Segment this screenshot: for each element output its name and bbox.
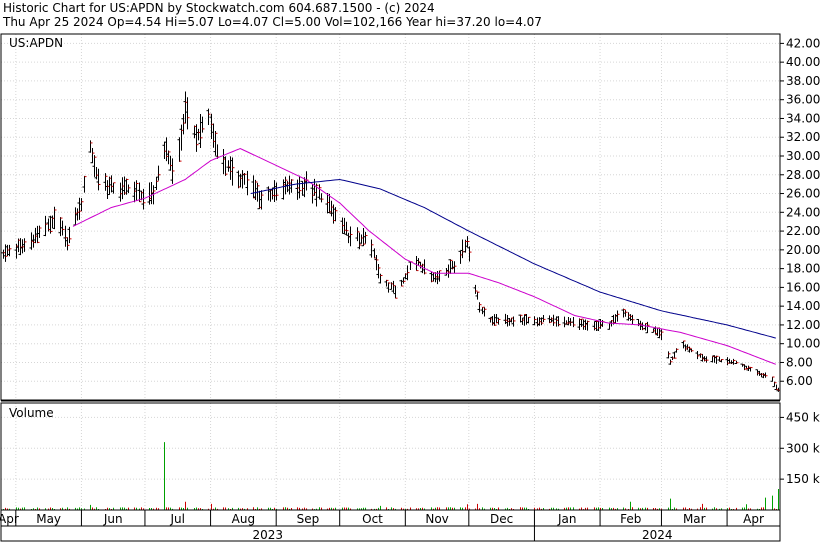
price-tick-label: 30.00: [786, 149, 820, 163]
price-tick-label: 32.00: [786, 130, 820, 144]
volume-tick-label: 300 k: [786, 441, 820, 455]
price-tick-label: 12.00: [786, 318, 820, 332]
price-tick-label: 42.00: [786, 36, 820, 50]
volume-tick-label: 450 k: [786, 410, 820, 424]
month-label: Nov: [425, 512, 448, 526]
price-tick-label: 8.00: [786, 355, 813, 369]
price-tick-label: 36.00: [786, 93, 820, 107]
year-label: 2023: [252, 528, 283, 542]
price-panel-label: US:APDN: [9, 36, 63, 50]
month-label: Dec: [490, 512, 513, 526]
price-tick-label: 10.00: [786, 337, 820, 351]
stock-chart: 6.00 8.00 10.00 12.00 14.00 16.00 18.00 20.00 22…: [0, 33, 820, 542]
volume-panel-frame: [0, 402, 781, 511]
price-panel-frame: [0, 33, 781, 401]
price-tick-label: 24.00: [786, 205, 820, 219]
volume-bars: [3, 442, 779, 510]
price-tick-label: 40.00: [786, 55, 820, 69]
volume-panel-label: Volume: [9, 406, 54, 420]
month-label: Mar: [683, 512, 706, 526]
year-label: 2024: [642, 528, 673, 542]
month-label: Jun: [103, 512, 123, 526]
price-tick-label: 20.00: [786, 243, 820, 257]
price-tick-label: 22.00: [786, 224, 820, 238]
month-label: Oct: [362, 512, 383, 526]
price-tick-label: 14.00: [786, 299, 820, 313]
month-label: Jan: [557, 512, 577, 526]
month-label: May: [36, 512, 61, 526]
volume-grid: [1, 403, 780, 510]
month-label: Aug: [232, 512, 255, 526]
price-tick-label: 16.00: [786, 280, 820, 294]
month-label: Apr: [743, 512, 764, 526]
month-label: Feb: [620, 512, 641, 526]
chart-window: Historic Chart for US:APDN by Stockwatch…: [0, 0, 830, 543]
price-tick-label: 34.00: [786, 111, 820, 125]
price-tick-label: 38.00: [786, 74, 820, 88]
price-tick-label: 6.00: [786, 374, 813, 388]
price-bars: [1, 91, 781, 392]
price-tick-label: 26.00: [786, 187, 820, 201]
price-grid: [1, 34, 780, 400]
volume-tick-label: 150 k: [786, 472, 820, 486]
month-label: Sep: [297, 512, 320, 526]
panel-frames: [0, 33, 781, 542]
price-tick-label: 28.00: [786, 168, 820, 182]
moving-average-lines: [72, 147, 776, 365]
axis-labels: 6.00 8.00 10.00 12.00 14.00 16.00 18.00 20.00 22…: [0, 36, 820, 542]
price-tick-label: 18.00: [786, 262, 820, 276]
moving-average-line: [72, 147, 776, 365]
month-label: Jul: [170, 512, 185, 526]
